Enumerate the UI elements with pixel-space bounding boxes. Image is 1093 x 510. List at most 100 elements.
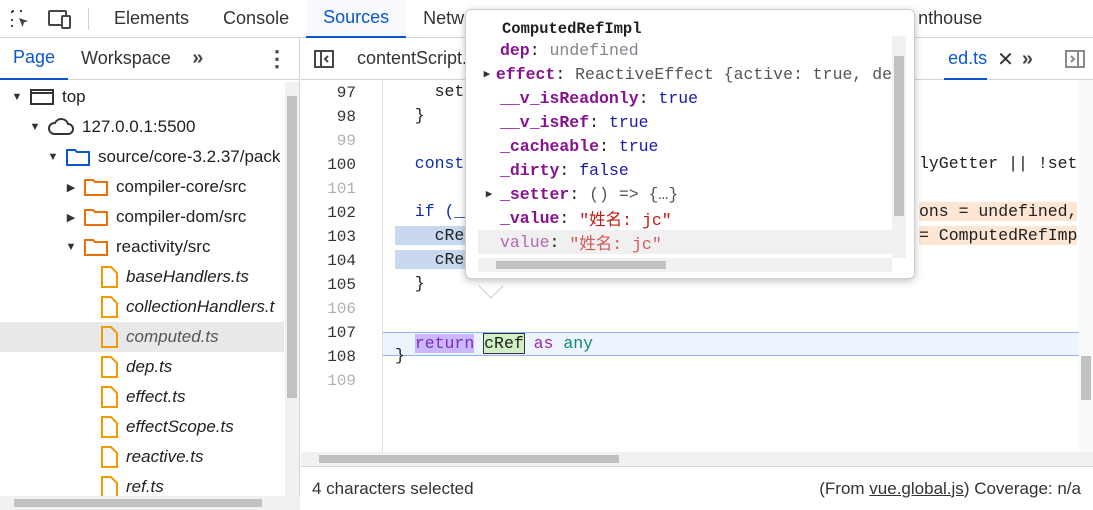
file-icon <box>100 266 118 288</box>
expand-triangle-icon[interactable]: ▶ <box>478 187 500 201</box>
property-row[interactable]: ▶ effect: ReactiveEffect {active: true, d… <box>478 62 892 86</box>
file-icon <box>100 356 118 378</box>
tree-item-label: source/core-3.2.37/pack <box>98 147 281 166</box>
code-line-tail: ons = undefined, <box>919 202 1078 221</box>
tree-item[interactable]: baseHandlers.ts <box>0 262 284 292</box>
property-value: false <box>579 160 629 180</box>
expanded-triangle-icon[interactable]: ▼ <box>64 241 78 253</box>
expanded-triangle-icon[interactable]: ▼ <box>28 121 42 133</box>
expand-triangle-icon[interactable]: ▶ <box>478 67 496 81</box>
editor-horizontal-scrollbar[interactable] <box>301 452 1093 466</box>
popover-title: ComputedRefImpl <box>502 20 642 38</box>
file-icon <box>100 476 118 496</box>
inspect-element-icon[interactable] <box>0 0 40 38</box>
line-number[interactable]: 108 <box>301 348 356 366</box>
file-icon <box>100 296 118 318</box>
expanded-triangle-icon[interactable]: ▼ <box>10 91 24 103</box>
tree-item-label: reactive.ts <box>126 447 204 466</box>
property-key: _dirty <box>500 160 560 180</box>
tab-lighthouse[interactable]: nthouse <box>901 0 999 38</box>
device-toolbar-icon[interactable] <box>40 0 80 38</box>
code-line-tail: = ComputedRefImp <box>919 226 1078 245</box>
code-line: sett <box>395 82 475 101</box>
line-number[interactable]: 105 <box>301 276 356 294</box>
property-key: _cacheable <box>500 136 600 156</box>
file-tree: ▼ top ▼ 127.0.0.1:5500 ▼ source/core-3.2.37/p… <box>0 82 284 496</box>
property-row[interactable]: ▶ _setter: () => {…} <box>478 182 892 206</box>
code-text: const <box>395 154 465 173</box>
as-keyword: as <box>533 334 554 353</box>
line-number[interactable]: 99 <box>301 132 356 150</box>
property-separator: : <box>529 40 550 60</box>
tree-item[interactable]: ▶ compiler-core/src <box>0 172 284 202</box>
tree-item[interactable]: ▶ compiler-dom/src <box>0 202 284 232</box>
line-number[interactable]: 106 <box>301 300 356 318</box>
folder-icon <box>84 208 108 226</box>
popover-vertical-scrollbar[interactable] <box>892 36 906 258</box>
close-tab-icon[interactable]: ✕ <box>997 47 1014 72</box>
line-number[interactable]: 102 <box>301 204 356 222</box>
more-tabs-icon[interactable]: » <box>184 47 212 70</box>
line-number[interactable]: 104 <box>301 252 356 270</box>
code-text: cRef <box>395 226 475 245</box>
property-value: true <box>658 88 699 108</box>
tree-item[interactable]: effectScope.ts <box>0 412 284 442</box>
kebab-menu-icon[interactable]: ⋮ <box>255 46 299 72</box>
sidebar-vertical-scrollbar[interactable] <box>285 82 299 496</box>
tree-item[interactable]: ▼ top <box>0 82 284 112</box>
popover-horizontal-scrollbar[interactable] <box>478 258 892 272</box>
toggle-debugger-icon[interactable] <box>1057 48 1093 70</box>
tree-item-label: ref.ts <box>126 477 164 496</box>
editor-vertical-scrollbar[interactable] <box>1079 80 1093 452</box>
tab-elements[interactable]: Elements <box>97 0 206 38</box>
code-line: cRef <box>395 250 475 269</box>
more-tabs-icon[interactable]: » <box>1022 48 1033 71</box>
tree-item[interactable]: ref.ts <box>0 472 284 496</box>
code-text: } <box>395 274 425 293</box>
tab-console[interactable]: Console <box>206 0 306 38</box>
cloud-icon <box>48 118 74 136</box>
tree-item[interactable]: ▼ source/core-3.2.37/pack <box>0 142 284 172</box>
source-info: (From vue.global.js) Coverage: n/a <box>819 479 1093 499</box>
property-row: dep: undefined <box>478 38 892 62</box>
tree-item[interactable]: computed.ts <box>0 322 284 352</box>
tree-item[interactable]: ▼ reactivity/src <box>0 232 284 262</box>
file-icon <box>100 446 118 468</box>
property-row: _value: "姓名: jc" <box>478 206 892 231</box>
line-number[interactable]: 97 <box>301 84 356 102</box>
property-value: "姓名: jc" <box>569 235 662 254</box>
property-separator: : <box>569 184 590 204</box>
line-number[interactable]: 109 <box>301 372 356 390</box>
line-number[interactable]: 107 <box>301 324 356 342</box>
tree-item[interactable]: effect.ts <box>0 382 284 412</box>
expanded-triangle-icon[interactable]: ▼ <box>46 151 60 163</box>
property-row: __v_isRef: true <box>478 110 892 134</box>
tab-content-script[interactable]: contentScript. <box>347 38 477 80</box>
tree-item-label: compiler-dom/src <box>116 207 247 226</box>
property-key: dep <box>500 40 530 60</box>
object-preview-popover: ComputedRefImpl dep: undefined ▶ effect: R… <box>465 9 915 279</box>
tree-item-label: baseHandlers.ts <box>126 267 249 286</box>
collapsed-triangle-icon[interactable]: ▶ <box>64 181 78 194</box>
tree-item-label: compiler-core/src <box>116 177 247 196</box>
folder-icon <box>84 238 108 256</box>
property-separator: : <box>559 160 580 180</box>
tree-item[interactable]: dep.ts <box>0 352 284 382</box>
line-number[interactable]: 101 <box>301 180 356 198</box>
toggle-navigator-icon[interactable] <box>301 48 347 70</box>
collapsed-triangle-icon[interactable]: ▶ <box>64 211 78 224</box>
tab-sources[interactable]: Sources <box>306 0 407 38</box>
tab-workspace[interactable]: Workspace <box>68 38 184 80</box>
tab-page[interactable]: Page <box>0 38 69 80</box>
property-key: value <box>500 232 550 252</box>
line-number[interactable]: 100 <box>301 156 356 174</box>
tab-computed-ts[interactable]: ed.ts <box>944 38 988 80</box>
line-number[interactable]: 103 <box>301 228 356 246</box>
code-text: = ComputedRefImp <box>919 226 1078 245</box>
source-link[interactable]: vue.global.js <box>869 479 964 498</box>
sidebar-horizontal-scrollbar[interactable] <box>0 496 300 510</box>
tree-item[interactable]: reactive.ts <box>0 442 284 472</box>
tree-item[interactable]: collectionHandlers.t <box>0 292 284 322</box>
line-number[interactable]: 98 <box>301 108 356 126</box>
tree-item[interactable]: ▼ 127.0.0.1:5500 <box>0 112 284 142</box>
